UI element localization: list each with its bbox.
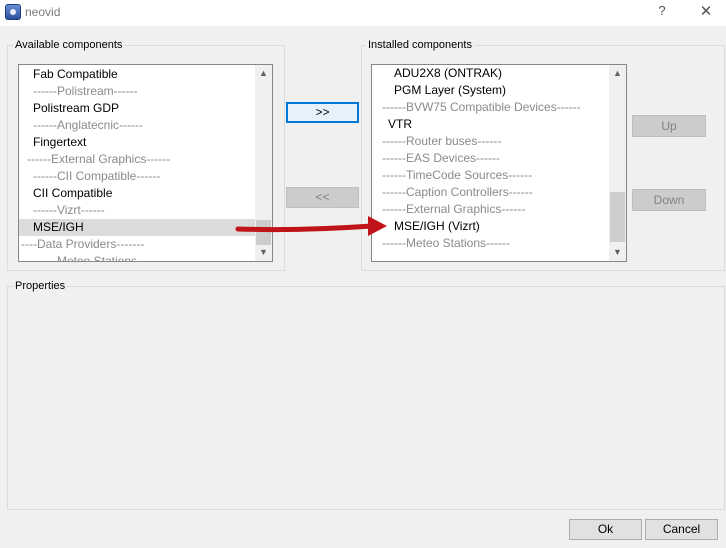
properties-group xyxy=(7,286,725,510)
scroll-down-icon[interactable]: ▼ xyxy=(609,244,626,261)
close-button[interactable]: ✕ xyxy=(695,2,717,22)
list-item[interactable]: PGM Layer (System) xyxy=(372,82,609,99)
list-group-header[interactable]: ------CII Compatible------ xyxy=(19,168,255,185)
list-group-header[interactable]: ------Polistream------ xyxy=(19,83,255,100)
scroll-thumb[interactable] xyxy=(610,192,625,242)
available-components-list[interactable]: Fab Compatible ------Polistream------ Poli… xyxy=(18,64,273,262)
scroll-thumb[interactable] xyxy=(256,220,271,245)
installed-components-label: Installed components xyxy=(366,39,474,51)
scroll-up-icon[interactable]: ▲ xyxy=(255,65,272,82)
installed-list-items: ADU2X8 (ONTRAK) PGM Layer (System) ------B… xyxy=(372,65,609,261)
list-group-header[interactable]: ------EAS Devices------ xyxy=(372,150,609,167)
down-button[interactable]: Down xyxy=(632,189,706,211)
list-item[interactable]: Polistream GDP xyxy=(19,100,255,117)
available-components-label: Available components xyxy=(13,39,125,51)
available-list-items: Fab Compatible ------Polistream------ Poli… xyxy=(19,65,255,261)
list-item[interactable]: VTR xyxy=(372,116,609,133)
properties-label: Properties xyxy=(13,280,68,292)
install-button[interactable]: >> xyxy=(286,102,359,123)
list-group-header[interactable]: ------External Graphics------ xyxy=(19,151,255,168)
help-button[interactable]: ? xyxy=(652,3,672,21)
uninstall-button[interactable]: << xyxy=(286,187,359,208)
installed-components-list[interactable]: ADU2X8 (ONTRAK) PGM Layer (System) ------B… xyxy=(371,64,627,262)
list-group-header[interactable]: ------TimeCode Sources------ xyxy=(372,167,609,184)
cancel-button[interactable]: Cancel xyxy=(645,519,718,540)
scroll-up-icon[interactable]: ▲ xyxy=(609,65,626,82)
app-icon xyxy=(5,4,21,20)
list-item[interactable]: Fab Compatible xyxy=(19,66,255,83)
list-item[interactable]: Fingertext xyxy=(19,134,255,151)
list-item[interactable]: CII Compatible xyxy=(19,185,255,202)
list-item[interactable]: MSE/IGH (Vizrt) xyxy=(372,218,609,235)
list-group-header[interactable]: ------Router buses------ xyxy=(372,133,609,150)
list-group-header[interactable]: ------Caption Controllers------ xyxy=(372,184,609,201)
list-group-header[interactable]: ----Data Providers------- xyxy=(19,236,255,253)
window-title: neovid xyxy=(25,5,61,19)
list-group-header[interactable]: ------BVW75 Compatible Devices------ xyxy=(372,99,609,116)
installed-scrollbar[interactable]: ▲ ▼ xyxy=(609,65,626,261)
list-group-header[interactable]: ------Vizrt------ xyxy=(19,202,255,219)
up-button[interactable]: Up xyxy=(632,115,706,137)
list-item[interactable]: ADU2X8 (ONTRAK) xyxy=(372,65,609,82)
scroll-down-icon[interactable]: ▼ xyxy=(255,244,272,261)
list-group-header[interactable]: ------Meteo Stations------ xyxy=(372,235,609,252)
list-group-header[interactable]: ------External Graphics------ xyxy=(372,201,609,218)
list-group-header[interactable]: ------Meteo Stations------ xyxy=(19,253,255,261)
ok-button[interactable]: Ok xyxy=(569,519,642,540)
list-item[interactable]: MSE/IGH xyxy=(19,219,255,236)
title-bar: neovid ? ✕ xyxy=(0,0,726,26)
list-group-header[interactable]: ------Anglatecnic------ xyxy=(19,117,255,134)
available-scrollbar[interactable]: ▲ ▼ xyxy=(255,65,272,261)
